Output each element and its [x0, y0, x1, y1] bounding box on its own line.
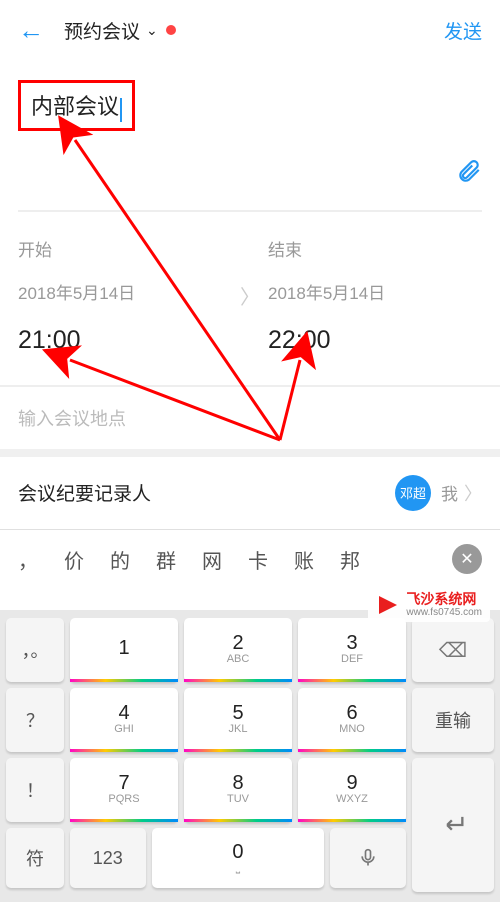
chevron-right-icon: 〉 — [464, 480, 482, 506]
key-question[interactable]: ？ — [6, 688, 64, 752]
suggestion-item[interactable]: ， — [18, 545, 38, 574]
suggestion-item[interactable]: 的 — [110, 545, 130, 574]
key-8[interactable]: 8TUV — [184, 758, 292, 822]
chevron-down-icon: ⌄ — [146, 22, 158, 39]
start-date: 2018年5月14日 — [18, 279, 232, 304]
recorder-label: 会议纪要记录人 — [18, 479, 395, 506]
notification-dot — [166, 25, 176, 35]
end-date: 2018年5月14日 — [268, 279, 482, 304]
key-0[interactable]: 0⎵ — [152, 828, 325, 888]
close-icon[interactable]: ✕ — [452, 544, 482, 574]
annotation-box: 内部会议 — [18, 80, 135, 131]
avatar: 邓超 — [395, 475, 431, 511]
key-backspace[interactable]: ⌫ — [412, 618, 494, 682]
key-7[interactable]: 7PQRS — [70, 758, 178, 822]
key-3[interactable]: 3DEF — [298, 618, 406, 682]
key-mic[interactable] — [330, 828, 406, 888]
suggestion-item[interactable]: 群 — [156, 545, 176, 574]
key-9[interactable]: 9WXYZ — [298, 758, 406, 822]
text-cursor — [120, 98, 122, 122]
start-label: 开始 — [18, 236, 232, 261]
key-4[interactable]: 4GHI — [70, 688, 178, 752]
end-label: 结束 — [268, 236, 482, 261]
watermark: 飞沙系统网 www.fs0745.com — [368, 588, 490, 622]
back-icon[interactable]: ← — [18, 15, 44, 46]
key-1[interactable]: 1 — [70, 618, 178, 682]
start-time: 21:00 — [18, 326, 232, 355]
ime-suggestions: ， 价 的 群 网 卡 账 邦 ✕ — [0, 529, 500, 589]
location-input[interactable]: 输入会议地点 — [18, 409, 126, 429]
key-exclaim[interactable]: ！ — [6, 758, 64, 822]
title-text: 预约会议 — [64, 17, 140, 44]
key-123[interactable]: 123 — [70, 828, 146, 888]
key-symbols[interactable]: 符 — [6, 828, 64, 888]
recorder-row[interactable]: 会议纪要记录人 邓超 我 〉 — [0, 457, 500, 529]
keyboard: ，。 1 2ABC 3DEF ⌫ ？ 4GHI 5JKL 6MNO 重输 ！ 7… — [0, 610, 500, 902]
key-enter[interactable] — [412, 758, 494, 892]
send-button[interactable]: 发送 — [444, 17, 482, 44]
attachment-icon[interactable] — [456, 159, 482, 192]
meeting-title-input[interactable]: 内部会议 — [31, 94, 119, 119]
key-punct[interactable]: ，。 — [6, 618, 64, 682]
key-reinput[interactable]: 重输 — [412, 688, 494, 752]
suggestion-item[interactable]: 邦 — [340, 545, 360, 574]
suggestion-item[interactable]: 价 — [64, 545, 84, 574]
end-time: 22:00 — [268, 326, 482, 355]
key-2[interactable]: 2ABC — [184, 618, 292, 682]
page-title[interactable]: 预约会议 ⌄ — [64, 17, 176, 44]
key-5[interactable]: 5JKL — [184, 688, 292, 752]
suggestion-item[interactable]: 网 — [202, 545, 222, 574]
key-6[interactable]: 6MNO — [298, 688, 406, 752]
suggestion-item[interactable]: 卡 — [248, 545, 268, 574]
time-picker[interactable]: 开始 2018年5月14日 21:00 〉 结束 2018年5月14日 22:0… — [0, 212, 500, 385]
chevron-right-icon: 〉 — [240, 281, 260, 310]
suggestion-item[interactable]: 账 — [294, 545, 314, 574]
me-text: 我 — [441, 480, 458, 505]
